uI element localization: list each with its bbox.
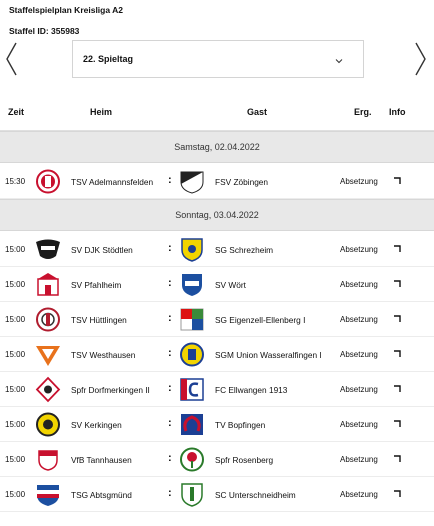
match-status: Absetzung: [340, 420, 378, 429]
match-status: Absetzung: [340, 455, 378, 464]
date-label: Samstag, 02.04.2022: [174, 142, 260, 152]
corner-arrow-icon[interactable]: [393, 350, 401, 358]
date-row: Samstag, 02.04.2022: [0, 131, 434, 163]
corner-arrow-icon[interactable]: [393, 315, 401, 323]
fc-ellwangen-logo: [178, 376, 206, 403]
chevron-left-icon[interactable]: [4, 41, 18, 77]
match-time: 15:00: [5, 350, 26, 359]
corner-arrow-icon[interactable]: [393, 490, 401, 498]
match-row[interactable]: 15:00 TSV Westhausen : SGM Union Wassera…: [0, 337, 434, 372]
staffel-id: Staffel ID: 355983: [9, 26, 80, 36]
match-status: Absetzung: [340, 177, 378, 186]
match-separator: :: [168, 487, 172, 499]
matchday-select[interactable]: 22. Spieltag: [72, 40, 364, 78]
date-row: Sonntag, 03.04.2022: [0, 199, 434, 231]
matchday-select-value: 22. Spieltag: [83, 54, 134, 64]
match-time: 15:00: [5, 280, 26, 289]
match-row[interactable]: 15:00 TSV Hüttlingen : SG Eigenzell-Elle…: [0, 302, 434, 337]
chevron-down-icon: [335, 56, 343, 64]
match-separator: :: [168, 382, 172, 394]
match-time: 15:00: [5, 490, 26, 499]
match-status: Absetzung: [340, 280, 378, 289]
column-away: Gast: [247, 107, 268, 117]
fsv-zoebingen-logo: [178, 168, 206, 195]
tsv-westhausen-logo: [34, 341, 62, 368]
vfb-tannhausen-logo: [34, 446, 62, 473]
spfr-rosenberg-logo: [178, 446, 206, 473]
tsv-huettlingen-logo: [34, 306, 62, 333]
match-time: 15:00: [5, 455, 26, 464]
tv-bopfingen-logo: [178, 411, 206, 438]
match-home-team[interactable]: SV Pfahlheim: [71, 280, 121, 290]
match-away-team[interactable]: Spfr Rosenberg: [215, 455, 273, 465]
match-status: Absetzung: [340, 385, 378, 394]
sv-pfahlheim-logo: [34, 271, 62, 298]
match-separator: :: [168, 277, 172, 289]
match-row[interactable]: 15:30 TSV Adelmannsfelden : FSV Zöbingen…: [0, 164, 434, 199]
corner-arrow-icon[interactable]: [393, 455, 401, 463]
match-separator: :: [168, 347, 172, 359]
match-row[interactable]: 15:00 Spfr Dorfmerkingen II : FC Ellwang…: [0, 372, 434, 407]
match-home-team[interactable]: SV DJK Stödtlen: [71, 245, 133, 255]
match-away-team[interactable]: SG Eigenzell-Ellenberg I: [215, 315, 305, 325]
sg-schrezheim-logo: [178, 236, 206, 263]
chevron-right-icon[interactable]: [414, 41, 428, 77]
column-info: Info: [389, 107, 406, 117]
tsg-abtsgmuend-logo: [34, 481, 62, 508]
match-home-team[interactable]: TSV Westhausen: [71, 350, 135, 360]
sv-djk-stoedtlen-logo: [34, 236, 62, 263]
match-away-team[interactable]: SC Unterschneidheim: [215, 490, 296, 500]
date-label: Sonntag, 03.04.2022: [175, 210, 259, 220]
match-separator: :: [168, 312, 172, 324]
match-separator: :: [168, 452, 172, 464]
sgm-union-wasseralfingen-logo: [178, 341, 206, 368]
match-home-team[interactable]: TSG Abtsgmünd: [71, 490, 132, 500]
column-time: Zeit: [8, 107, 25, 117]
match-away-team[interactable]: SV Wört: [215, 280, 246, 290]
corner-arrow-icon[interactable]: [393, 280, 401, 288]
match-separator: :: [168, 417, 172, 429]
sv-woert-logo: [178, 271, 206, 298]
corner-arrow-icon[interactable]: [393, 177, 401, 185]
match-status: Absetzung: [340, 350, 378, 359]
column-header: Zeit Heim Gast Erg. Info: [0, 95, 434, 131]
match-away-team[interactable]: FC Ellwangen 1913: [215, 385, 287, 395]
sg-eigenzell-ellenberg-logo: [178, 306, 206, 333]
match-home-team[interactable]: Spfr Dorfmerkingen II: [71, 385, 150, 395]
match-separator: :: [168, 174, 172, 186]
match-away-team[interactable]: FSV Zöbingen: [215, 177, 268, 187]
match-away-team[interactable]: SG Schrezheim: [215, 245, 273, 255]
match-row[interactable]: 15:00 SV Kerkingen : TV Bopfingen Absetz…: [0, 407, 434, 442]
corner-arrow-icon[interactable]: [393, 385, 401, 393]
match-row[interactable]: 15:00 VfB Tannhausen : Spfr Rosenberg Ab…: [0, 442, 434, 477]
match-home-team[interactable]: SV Kerkingen: [71, 420, 122, 430]
match-home-team[interactable]: TSV Adelmannsfelden: [71, 177, 153, 187]
match-home-team[interactable]: VfB Tannhausen: [71, 455, 132, 465]
match-time: 15:00: [5, 420, 26, 429]
match-separator: :: [168, 242, 172, 254]
match-row[interactable]: 15:00 SV Pfahlheim : SV Wört Absetzung: [0, 267, 434, 302]
corner-arrow-icon[interactable]: [393, 420, 401, 428]
match-status: Absetzung: [340, 490, 378, 499]
match-home-team[interactable]: TSV Hüttlingen: [71, 315, 127, 325]
match-status: Absetzung: [340, 245, 378, 254]
corner-arrow-icon[interactable]: [393, 245, 401, 253]
match-time: 15:30: [5, 177, 26, 186]
league-title: Staffelspielplan Kreisliga A2: [9, 5, 123, 15]
column-home: Heim: [90, 107, 113, 117]
tsv-adelmannsfelden-logo: [34, 168, 62, 195]
match-status: Absetzung: [340, 315, 378, 324]
sc-unterschneidheim-logo: [178, 481, 206, 508]
column-result: Erg.: [354, 107, 372, 117]
match-time: 15:00: [5, 245, 26, 254]
match-away-team[interactable]: TV Bopfingen: [215, 420, 265, 430]
match-row[interactable]: 15:00 SV DJK Stödtlen : SG Schrezheim Ab…: [0, 232, 434, 267]
spfr-dorfmerkingen-logo: [34, 376, 62, 403]
match-time: 15:00: [5, 385, 26, 394]
sv-kerkingen-logo: [34, 411, 62, 438]
match-row[interactable]: 15:00 TSG Abtsgmünd : SC Unterschneidhei…: [0, 477, 434, 512]
match-away-team[interactable]: SGM Union Wasseralfingen I: [215, 350, 322, 360]
match-time: 15:00: [5, 315, 26, 324]
